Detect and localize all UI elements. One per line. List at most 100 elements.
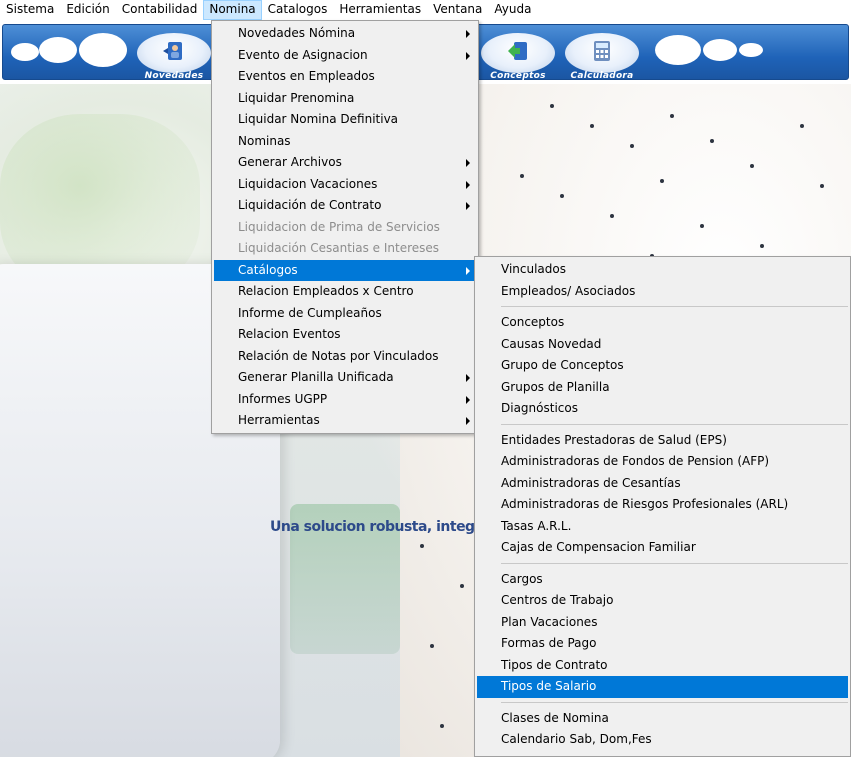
menu-item-label: Relacion Empleados x Centro [238, 284, 414, 298]
catalogos-item-diagnosticos[interactable]: Diagnósticos [477, 398, 848, 420]
catalogos-item-empleados-asociados[interactable]: Empleados/ Asociados [477, 281, 848, 303]
menu-sistema[interactable]: Sistema [0, 0, 60, 20]
fabric-dot [630, 144, 634, 148]
catalogos-item-vinculados[interactable]: Vinculados [477, 259, 848, 281]
conceptos-button[interactable]: Conceptos [481, 31, 555, 81]
menu-separator [501, 562, 848, 564]
concept-arrow-icon [506, 39, 530, 63]
menu-item-label: Administradoras de Fondos de Pension (AF… [501, 454, 770, 468]
menu-item-label: Relacion Eventos [238, 327, 341, 341]
submenu-arrow-icon [466, 417, 470, 425]
catalogos-item-entidades-prestadoras-de-salud-eps[interactable]: Entidades Prestadoras de Salud (EPS) [477, 430, 848, 452]
nomina-menu-item-relacion-eventos[interactable]: Relacion Eventos [214, 324, 476, 346]
user-news-icon [162, 39, 186, 63]
catalogos-item-tipos-de-salario[interactable]: Tipos de Salario [477, 676, 848, 698]
menu-nomina[interactable]: Nomina [203, 0, 262, 20]
nomina-menu-item-relacion-empleados-x-centro[interactable]: Relacion Empleados x Centro [214, 281, 476, 303]
menu-item-label: Calendario Sab, Dom,Fes [501, 732, 652, 746]
menu-item-label: Plan Vacaciones [501, 614, 598, 629]
nomina-menu-item-generar-archivos[interactable]: Generar Archivos [214, 152, 476, 174]
menu-catalogos[interactable]: Catalogos [262, 0, 334, 20]
menu-item-label: Generar Archivos [238, 155, 342, 169]
nomina-menu-item-informes-ugpp[interactable]: Informes UGPP [214, 389, 476, 411]
menu-item-label: Cajas de Compensacion Familiar [501, 540, 696, 554]
menu-item-label: Vinculados [501, 262, 566, 276]
catalogos-item-formas-de-pago[interactable]: Formas de Pago [477, 633, 848, 655]
nomina-menu-item-liquidacion-cesantias-e-intereses: Liquidación Cesantias e Intereses [214, 238, 476, 260]
catalogos-item-grupo-de-conceptos[interactable]: Grupo de Conceptos [477, 355, 848, 377]
menu-item-label: Administradoras de Riesgos Profesionales… [501, 497, 789, 511]
menu-item-label: Generar Planilla Unificada [238, 370, 394, 384]
submenu-arrow-icon [466, 395, 470, 404]
nomina-menu-item-generar-planilla-unificada[interactable]: Generar Planilla Unificada [214, 367, 476, 389]
menu-ayuda[interactable]: Ayuda [488, 0, 537, 20]
nomina-menu-item-informe-de-cumpleanos[interactable]: Informe de Cumpleaños [214, 303, 476, 325]
menu-item-label: Grupo de Conceptos [501, 358, 624, 372]
fabric-dot [750, 164, 754, 168]
catalogos-item-administradoras-de-cesantias[interactable]: Administradoras de Cesantías [477, 473, 848, 495]
nomina-menu: Novedades Nómina Evento de Asignacion Even… [211, 20, 479, 434]
fabric-dot [660, 179, 664, 183]
menu-item-label: Novedades Nómina [238, 26, 356, 40]
fabric-dot [710, 139, 714, 143]
catalogos-item-administradoras-de-riesgos-profesionales-arl[interactable]: Administradoras de Riesgos Profesionales… [477, 494, 848, 516]
calculadora-button[interactable]: Calculadora [565, 31, 639, 81]
nomina-menu-item-herramientas[interactable]: Herramientas [214, 410, 476, 432]
submenu-arrow-icon [466, 374, 470, 382]
novedades-label: Novedades [144, 71, 204, 81]
catalogos-item-cajas-de-compensacion-familiar[interactable]: Cajas de Compensacion Familiar [477, 537, 848, 559]
menu-bar: Sistema Edición Contabilidad Nomina Cata… [0, 0, 851, 20]
nomina-menu-item-catalogos[interactable]: Catálogos [214, 259, 476, 281]
catalogos-item-plan-vacaciones[interactable]: Plan Vacaciones [477, 612, 848, 634]
menu-item-label: Diagnósticos [501, 401, 578, 415]
catalogos-item-calendario-sab-dom-fes[interactable]: Calendario Sab, Dom,Fes [477, 729, 848, 751]
menu-item-label: Informes UGPP [238, 391, 328, 406]
nomina-menu-item-eventos-en-empleados[interactable]: Eventos en Empleados [214, 66, 476, 88]
menu-item-label: Nominas [238, 133, 291, 148]
novedades-button[interactable]: Novedades [137, 31, 211, 81]
submenu-arrow-icon [466, 51, 470, 60]
menu-item-label: Evento de Asignacion [238, 47, 368, 62]
decor-oval-icon [79, 33, 127, 67]
catalogos-item-causas-novedad[interactable]: Causas Novedad [477, 334, 848, 356]
menu-edicion[interactable]: Edición [60, 0, 115, 20]
catalogos-item-grupos-de-planilla[interactable]: Grupos de Planilla [477, 377, 848, 399]
catalogos-item-conceptos[interactable]: Conceptos [477, 312, 848, 334]
menu-separator [501, 423, 848, 425]
catalogos-item-administradoras-de-fondos-de-pension-afp[interactable]: Administradoras de Fondos de Pension (AF… [477, 451, 848, 473]
menu-item-label: Liquidar Prenomina [238, 90, 355, 105]
catalogos-item-tasas-a-r-l[interactable]: Tasas A.R.L. [477, 516, 848, 538]
fabric-dot [420, 544, 424, 548]
decor-oval-icon [655, 35, 701, 65]
catalogos-submenu: Vinculados Empleados/ Asociados Conceptos C… [474, 256, 851, 757]
menu-ventana[interactable]: Ventana [427, 0, 488, 20]
menu-herramientas[interactable]: Herramientas [333, 0, 427, 20]
fabric-dot [760, 244, 764, 248]
fabric-dot [590, 124, 594, 128]
nomina-menu-item-novedades-nomina[interactable]: Novedades Nómina [214, 23, 476, 45]
menu-separator [501, 306, 848, 307]
nomina-menu-item-liquidar-nomina-definitiva[interactable]: Liquidar Nomina Definitiva [214, 109, 476, 131]
catalogos-item-cargos[interactable]: Cargos [477, 569, 848, 591]
menu-contabilidad[interactable]: Contabilidad [116, 0, 204, 20]
submenu-arrow-icon [466, 159, 470, 167]
nomina-menu-item-liquidacion-de-contrato[interactable]: Liquidación de Contrato [214, 195, 476, 217]
fabric-dot [800, 124, 804, 128]
nomina-menu-item-nominas[interactable]: Nominas [214, 131, 476, 153]
menu-item-label: Cargos [501, 571, 543, 586]
menu-item-label: Tipos de Contrato [501, 657, 608, 672]
nomina-menu-item-liquidacion-vacaciones[interactable]: Liquidacion Vacaciones [214, 174, 476, 196]
fabric-dot [460, 584, 464, 588]
submenu-arrow-icon [466, 266, 470, 275]
catalogos-item-tipos-de-contrato[interactable]: Tipos de Contrato [477, 655, 848, 677]
catalogos-item-centros-de-trabajo[interactable]: Centros de Trabajo [477, 590, 848, 612]
nomina-menu-item-relacion-de-notas-por-vinculados[interactable]: Relación de Notas por Vinculados [214, 346, 476, 368]
menu-item-label: Causas Novedad [501, 336, 602, 351]
nomina-menu-item-liquidar-prenomina[interactable]: Liquidar Prenomina [214, 88, 476, 110]
fabric-dot [520, 174, 524, 178]
menu-item-label: Liquidar Nomina Definitiva [238, 112, 399, 126]
nomina-menu-item-liquidacion-de-prima-de-servicios: Liquidacion de Prima de Servicios [214, 217, 476, 239]
catalogos-item-clases-de-nomina[interactable]: Clases de Nomina [477, 708, 848, 730]
nomina-menu-item-evento-de-asignacion[interactable]: Evento de Asignacion [214, 45, 476, 67]
menu-item-label: Grupos de Planilla [501, 379, 610, 394]
